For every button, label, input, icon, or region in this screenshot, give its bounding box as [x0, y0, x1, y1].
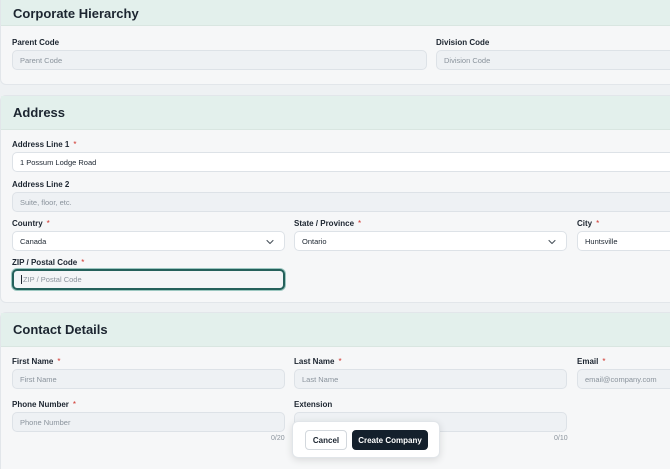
city-label: City *: [577, 219, 600, 228]
address-line-1-label: Address Line 1 *: [12, 140, 77, 149]
first-name-label: First Name *: [12, 357, 61, 366]
country-value: Canada: [20, 236, 47, 246]
zip-postal-code-input[interactable]: ZIP / Postal Code: [12, 269, 285, 290]
parent-code-label: Parent Code: [12, 38, 60, 47]
section-title: Corporate Hierarchy: [13, 5, 139, 21]
cancel-button[interactable]: Cancel: [305, 430, 347, 450]
section-title: Contact Details: [13, 322, 108, 337]
phone-number-label: Phone Number *: [12, 400, 77, 409]
email-input[interactable]: [577, 369, 670, 389]
address-header: Address: [1, 96, 670, 130]
city-input[interactable]: Huntsville: [577, 231, 670, 251]
phone-number-input[interactable]: [12, 412, 285, 432]
city-value: Huntsville: [585, 236, 618, 246]
corporate-hierarchy-section: Corporate Hierarchy: [0, 0, 670, 85]
division-code-input[interactable]: [436, 50, 670, 70]
last-name-label: Last Name *: [294, 357, 342, 366]
section-title: Address: [13, 105, 66, 120]
address-line-2-input[interactable]: [12, 192, 670, 212]
division-code-label: Division Code: [436, 38, 490, 47]
country-select[interactable]: Canada: [12, 231, 285, 251]
last-name-input[interactable]: [294, 369, 567, 389]
first-name-input[interactable]: [12, 369, 285, 389]
email-label: Email *: [577, 357, 606, 366]
extension-label: Extension: [294, 400, 333, 409]
create-company-button[interactable]: Create Company: [352, 430, 428, 450]
zip-postal-code-placeholder: ZIP / Postal Code: [23, 275, 82, 284]
state-province-label: State / Province *: [294, 219, 362, 228]
corporate-hierarchy-header: Corporate Hierarchy: [1, 0, 670, 26]
address-line-1-input[interactable]: 1 Possum Lodge Road: [12, 152, 670, 172]
country-label: Country *: [12, 219, 50, 228]
parent-code-input[interactable]: [12, 50, 427, 70]
extension-char-counter: 0/10: [554, 435, 568, 442]
zip-postal-code-label: ZIP / Postal Code *: [12, 258, 85, 267]
state-province-select[interactable]: Ontario: [294, 231, 567, 251]
form-action-bar: Cancel Create Company: [292, 421, 440, 458]
phone-number-char-counter: 0/20: [271, 435, 285, 442]
state-province-value: Ontario: [302, 236, 327, 246]
chevron-down-icon: [266, 239, 274, 245]
contact-details-header: Contact Details: [1, 313, 670, 347]
address-line-1-value: 1 Possum Lodge Road: [20, 157, 97, 167]
chevron-down-icon: [548, 239, 556, 245]
text-caret: [21, 275, 22, 284]
address-line-2-label: Address Line 2: [12, 180, 70, 189]
